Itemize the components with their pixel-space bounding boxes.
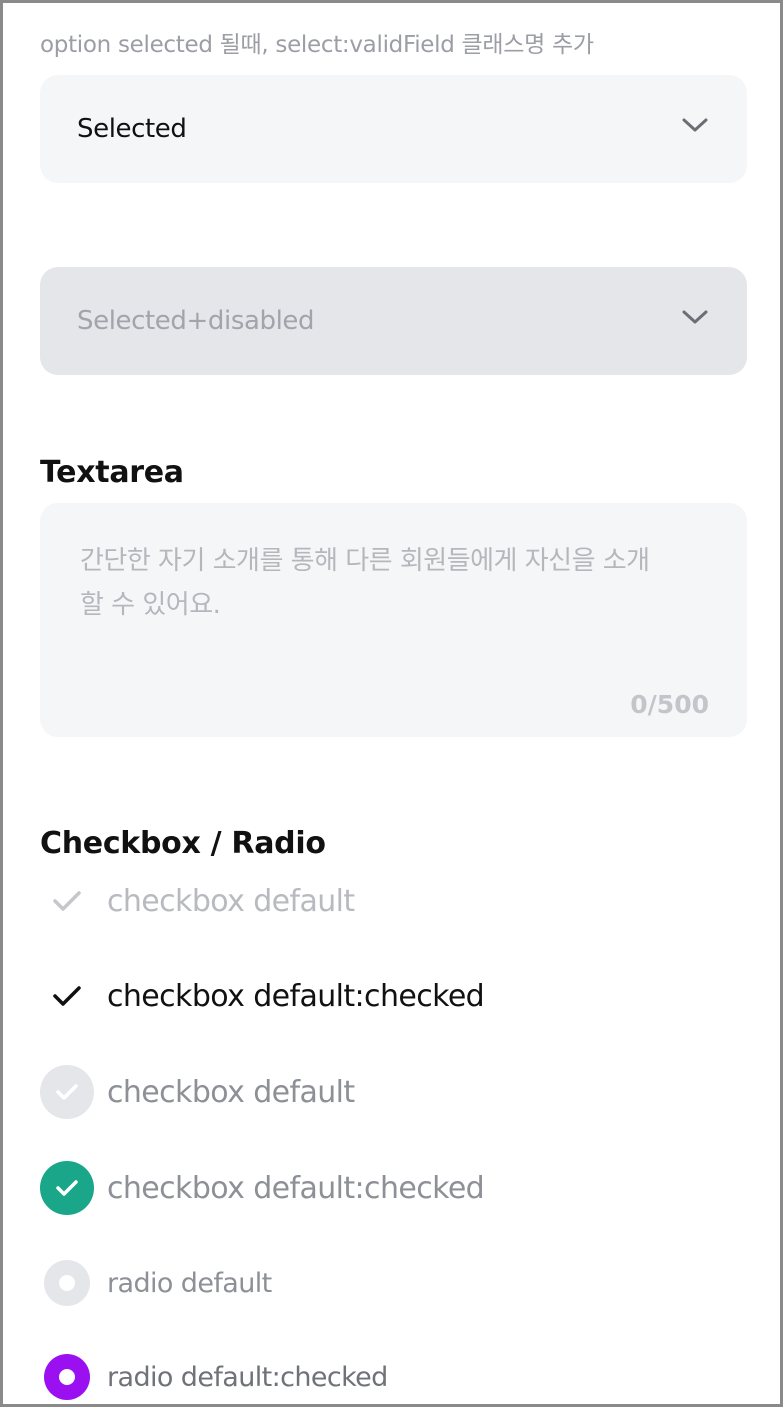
- checkbox-circle-checked[interactable]: checkbox default:checked: [40, 1160, 485, 1216]
- radio-icon: [40, 1350, 94, 1404]
- radio-label: radio default: [107, 1267, 272, 1299]
- radio-checked[interactable]: radio default:checked: [40, 1349, 388, 1404]
- textarea-section-title: Textarea: [40, 455, 184, 490]
- radio-icon: [40, 1256, 94, 1310]
- circle-check-icon: [40, 1161, 94, 1215]
- textarea-char-counter: 0/500: [630, 690, 709, 719]
- checkbox-label: checkbox default: [107, 883, 355, 919]
- select-selected-value: Selected: [77, 114, 187, 144]
- textarea-placeholder-line-2: 할 수 있어요.: [80, 590, 221, 620]
- textarea-placeholder-line-1: 간단한 자기 소개를 통해 다른 회원들에게 자신을 소개: [80, 546, 650, 576]
- select-disabled-value: Selected+disabled: [77, 306, 315, 336]
- checkbox-label: checkbox default:checked: [107, 1170, 485, 1206]
- circle-check-icon: [40, 1065, 94, 1119]
- form-components-frame: option selected 될때, select:validField 클래…: [0, 0, 783, 1407]
- checkbox-plain-checked[interactable]: checkbox default:checked: [40, 968, 485, 1024]
- chevron-down-icon: [682, 310, 708, 324]
- checkbox-label: checkbox default:checked: [107, 978, 485, 1014]
- radio-default[interactable]: radio default: [40, 1255, 272, 1311]
- textarea-field[interactable]: 간단한 자기 소개를 통해 다른 회원들에게 자신을 소개 할 수 있어요. 0…: [40, 503, 747, 737]
- checkbox-circle-default[interactable]: checkbox default: [40, 1064, 355, 1120]
- textarea-placeholder: 간단한 자기 소개를 통해 다른 회원들에게 자신을 소개 할 수 있어요.: [80, 539, 687, 627]
- checkbox-label: checkbox default: [107, 1074, 355, 1110]
- checkbox-section-title: Checkbox / Radio: [40, 826, 326, 861]
- select-disabled: Selected+disabled: [40, 267, 747, 375]
- select-selected[interactable]: Selected: [40, 75, 747, 183]
- check-icon: [40, 969, 94, 1023]
- select-hint-text: option selected 될때, select:validField 클래…: [40, 32, 594, 58]
- checkbox-plain-default[interactable]: checkbox default: [40, 873, 355, 929]
- chevron-down-icon: [682, 118, 708, 132]
- check-icon: [40, 874, 94, 928]
- radio-label: radio default:checked: [107, 1361, 388, 1393]
